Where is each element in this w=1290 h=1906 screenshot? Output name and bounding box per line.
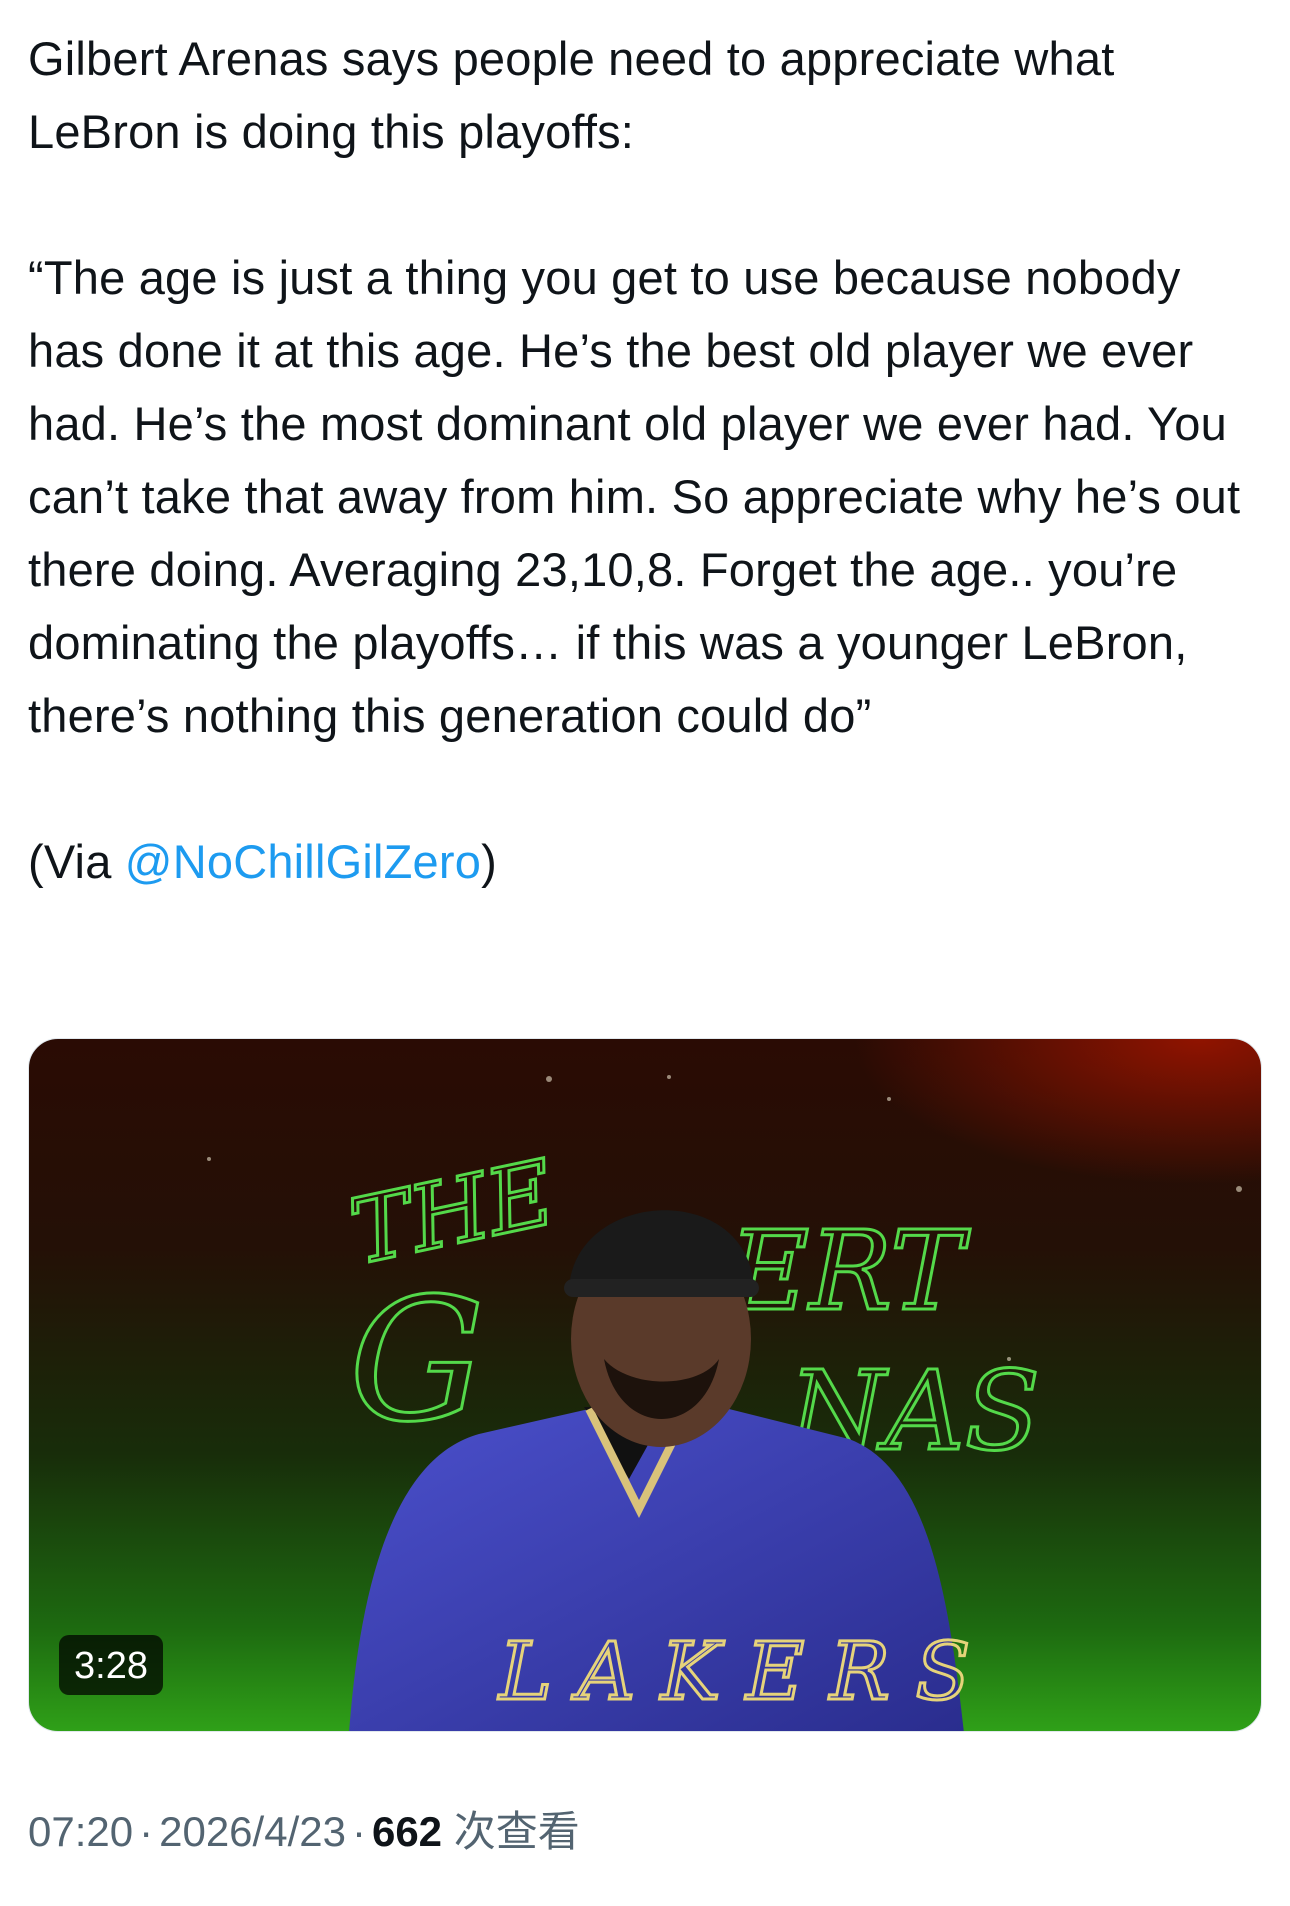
tweet-date[interactable]: 2026/4/23 [159,1808,346,1855]
video-thumbnail: THE G ERT NAS L A K E R S [207,1075,1242,1731]
mention-link[interactable]: @NoChillGilZero [125,835,481,888]
tweet-intro: Gilbert Arenas says people need to appre… [28,32,1115,158]
cap-brim [564,1279,759,1297]
jacket-logo: L A K E R S [497,1625,970,1718]
backdrop-logo-ert: ERT [727,1207,971,1335]
via-prefix: (Via [28,835,125,888]
meta-separator: · [139,1808,154,1855]
meta-separator: · [351,1808,366,1855]
tweet-text: Gilbert Arenas says people need to appre… [28,22,1262,898]
tweet-card: Gilbert Arenas says people need to appre… [0,0,1290,1906]
tweet-meta: 07:20 · 2026/4/23 · 662 次查看 [28,1808,580,1856]
views-count[interactable]: 662 [372,1808,442,1855]
video-player[interactable]: THE G ERT NAS L A K E R S 3:28 [28,1038,1262,1732]
tweet-time[interactable]: 07:20 [28,1808,133,1855]
backdrop-logo-g: G [349,1262,485,1460]
video-duration-badge: 3:28 [59,1635,163,1695]
tweet-quote: “The age is just a thing you get to use … [28,251,1241,742]
person-cap [569,1210,754,1289]
via-suffix: ) [481,835,497,888]
tweet-via: (Via @NoChillGilZero) [28,825,1262,898]
views-label: 次查看 [453,1808,580,1855]
